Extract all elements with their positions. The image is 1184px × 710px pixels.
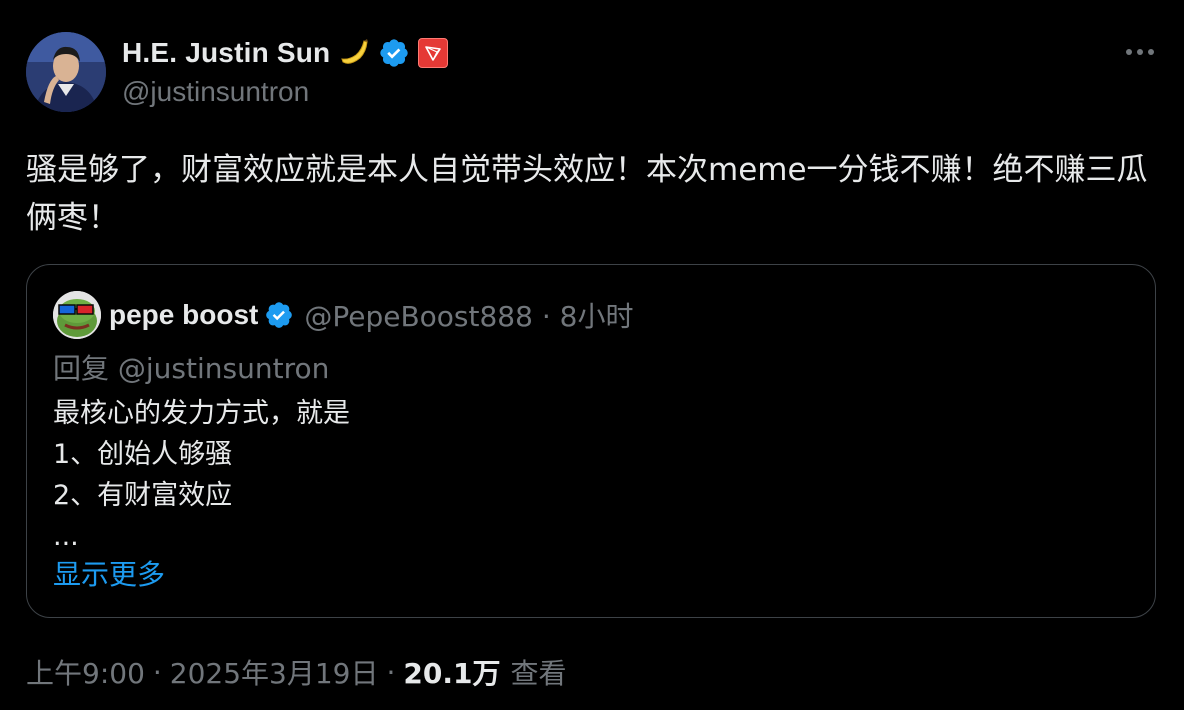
quoted-body-line: 最核心的发力方式，就是 — [53, 398, 350, 429]
show-more-link[interactable]: 显示更多 — [53, 553, 165, 593]
dot-separator: · — [386, 655, 396, 689]
tweet-card: H.E. Justin Sun @justinsuntron 骚是够了，财富效应… — [0, 0, 1184, 710]
quoted-body-line: ... — [53, 521, 79, 552]
author-display-name[interactable]: H.E. Justin Sun — [122, 37, 330, 69]
views-label: 查看 — [510, 657, 567, 690]
author-handle[interactable]: @justinsuntron — [122, 76, 309, 108]
reply-to-label[interactable]: 回复 @justinsuntron — [53, 347, 329, 387]
verified-badge-icon[interactable] — [264, 300, 294, 330]
quoted-author-avatar[interactable] — [53, 291, 101, 339]
quoted-handle[interactable]: @PepeBoost888 — [304, 300, 533, 333]
quoted-time[interactable]: 8小时 — [560, 300, 634, 333]
quoted-header: pepe boost @PepeBoost888 · 8小时 — [109, 295, 633, 335]
quoted-body-line: 2、有财富效应 — [53, 480, 233, 511]
quoted-display-name[interactable]: pepe boost — [109, 299, 258, 331]
more-options-icon[interactable] — [1124, 40, 1156, 64]
quoted-body-line: 1、创始人够骚 — [53, 439, 233, 470]
tweet-meta: 上午9:00 · 2025年3月19日 · 20.1万 查看 — [26, 650, 567, 694]
tweet-text: 骚是够了，财富效应就是本人自觉带头效应！本次meme一分钱不赚！绝不赚三瓜俩枣！ — [26, 152, 1148, 236]
tweet-time[interactable]: 上午9:00 — [26, 652, 145, 692]
dot-separator: · — [152, 655, 162, 689]
banana-icon — [338, 36, 372, 70]
tweet-date[interactable]: 2025年3月19日 — [170, 652, 379, 692]
views-count[interactable]: 20.1万 — [403, 652, 500, 692]
dot-separator: · — [541, 300, 551, 333]
verified-badge-icon[interactable] — [378, 37, 410, 69]
quoted-body: 最核心的发力方式，就是 1、创始人够骚 2、有财富效应 ... — [53, 393, 350, 557]
tron-logo-icon[interactable] — [418, 38, 449, 68]
author-name-row: H.E. Justin Sun — [122, 34, 449, 72]
quoted-handle-and-time[interactable]: @PepeBoost888 · 8小时 — [304, 295, 633, 335]
quoted-tweet[interactable]: pepe boost @PepeBoost888 · 8小时 回复 @justi… — [26, 264, 1156, 618]
author-avatar[interactable] — [26, 32, 106, 112]
